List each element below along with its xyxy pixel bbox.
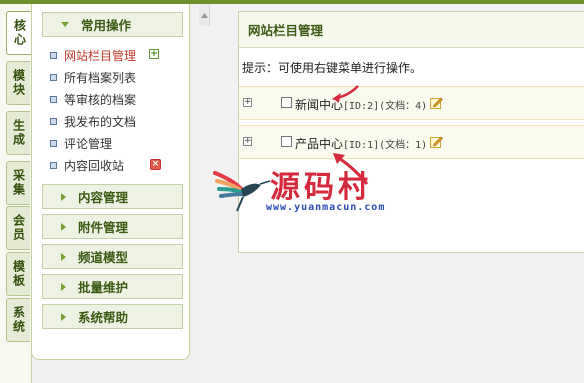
tab-modules[interactable]: 模块 xyxy=(6,61,30,105)
chevron-right-icon xyxy=(61,282,66,291)
menu-item-label: 内容回收站 xyxy=(64,158,125,173)
chevron-up-icon xyxy=(200,12,208,18)
chevron-right-icon xyxy=(61,192,66,201)
bullet-icon xyxy=(50,51,57,59)
menu-group-label: 常用操作 xyxy=(81,18,132,33)
menu-item-my-documents[interactable]: 我发布的文档 xyxy=(50,112,190,130)
chevron-right-icon xyxy=(61,222,66,231)
panel-title: 网站栏目管理 xyxy=(239,12,584,48)
tab-collect[interactable]: 采集 xyxy=(6,161,30,205)
hint-text: 提示：可使用右键菜单进行操作。 xyxy=(242,61,423,75)
menu-group-content[interactable]: 内容管理 xyxy=(42,184,183,209)
menu-item-pending-archives[interactable]: 等审核的档案 xyxy=(50,90,190,108)
table-row[interactable]: + 新闻中心 [ID:2](文档：4) xyxy=(239,86,584,120)
menu-item-label: 评论管理 xyxy=(64,136,113,151)
hummingbird-logo xyxy=(213,171,271,212)
tab-generate[interactable]: 生成 xyxy=(6,111,30,155)
edit-icon[interactable] xyxy=(430,135,443,148)
add-icon[interactable]: + xyxy=(149,49,159,59)
row-checkbox[interactable] xyxy=(281,97,292,108)
menu-item-label: 网站栏目管理 xyxy=(64,48,137,63)
menu-item-label: 我发布的文档 xyxy=(64,114,137,129)
column-manage-panel: 网站栏目管理 提示：可使用右键菜单进行操作。 + 新闻中心 [ID:2](文档：… xyxy=(238,11,584,253)
watermark-url: www.yuanmacun.com xyxy=(266,202,386,213)
menu-group-help[interactable]: 系统帮助 xyxy=(42,304,183,329)
menu-group-channel-models[interactable]: 频道模型 xyxy=(42,244,183,269)
row-checkbox[interactable] xyxy=(281,136,292,147)
menu-item-label: 所有档案列表 xyxy=(64,70,137,85)
red-arrow-annotation xyxy=(332,85,359,102)
menu-group-common[interactable]: 常用操作 xyxy=(42,12,183,37)
left-tab-strip: 核心 模块 生成 采集 会员 模板 系统 xyxy=(0,4,32,383)
tab-system[interactable]: 系统 xyxy=(6,298,30,342)
tab-members[interactable]: 会员 xyxy=(6,206,30,250)
chevron-right-icon xyxy=(61,252,66,261)
menu-group-label: 系统帮助 xyxy=(78,310,129,325)
bullet-icon xyxy=(50,139,57,147)
expand-icon[interactable]: + xyxy=(243,137,252,146)
chevron-right-icon xyxy=(61,312,66,321)
bullet-icon xyxy=(50,117,57,125)
menu-group-label: 内容管理 xyxy=(78,190,129,205)
bullet-icon xyxy=(50,161,57,169)
expand-icon[interactable]: + xyxy=(243,98,252,107)
menu-panel: 常用操作 网站栏目管理 + 所有档案列表 等审核的档案 我发布的文档 评论管理 … xyxy=(31,4,190,360)
menu-group-label: 频道模型 xyxy=(78,250,129,265)
edit-icon[interactable] xyxy=(430,96,443,109)
menu-group-label: 批量维护 xyxy=(78,280,129,295)
bullet-icon xyxy=(50,73,57,81)
bullet-icon xyxy=(50,95,57,103)
chevron-down-icon xyxy=(61,22,69,27)
tab-core[interactable]: 核心 xyxy=(6,11,32,55)
watermark-text: 源码村 xyxy=(270,170,372,205)
tab-templates[interactable]: 模板 xyxy=(6,252,30,296)
menu-item-label: 等审核的档案 xyxy=(64,92,137,107)
menu-group-attachments[interactable]: 附件管理 xyxy=(42,214,183,239)
scroll-up-button[interactable] xyxy=(199,4,210,26)
menu-item-column-manage[interactable]: 网站栏目管理 + xyxy=(50,46,190,64)
delete-icon[interactable]: × xyxy=(150,159,161,170)
menu-group-label: 附件管理 xyxy=(78,220,129,235)
menu-group-batch[interactable]: 批量维护 xyxy=(42,274,183,299)
menu-item-comments[interactable]: 评论管理 xyxy=(50,134,190,152)
table-row[interactable]: + 产品中心 [ID:1](文档：1) xyxy=(239,125,584,159)
menu-item-all-archives[interactable]: 所有档案列表 xyxy=(50,68,190,86)
menu-item-recycle-bin[interactable]: 内容回收站 × xyxy=(50,156,190,174)
